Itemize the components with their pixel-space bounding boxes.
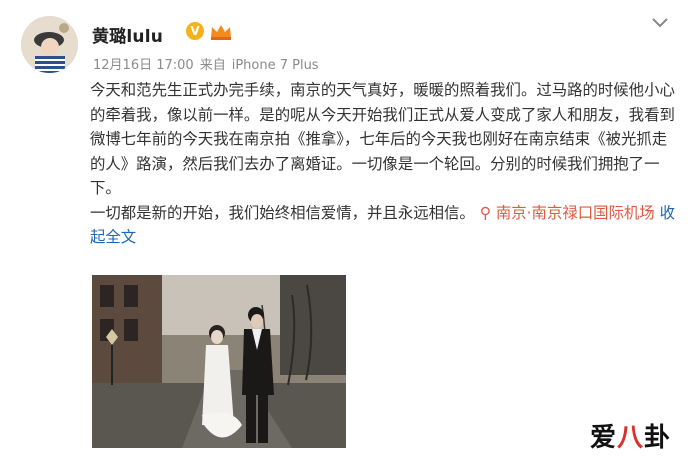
post-body: 今天和范先生正式办完手续，南京的天气真好，暖暖的照着我们。过马路的时候他小心的牵… — [90, 78, 675, 250]
avatar[interactable] — [21, 16, 78, 73]
post-date[interactable]: 12月16日 17:00 — [93, 58, 194, 73]
location-pin-icon: ⚲ — [479, 203, 491, 222]
post-source: iPhone 7 Plus — [231, 58, 319, 73]
location-link[interactable]: ⚲ 南京·南京禄口国际机场 — [480, 204, 655, 222]
location-label: 南京·南京禄口国际机场 — [495, 203, 655, 222]
watermark-char-3: 卦 — [644, 423, 672, 453]
chevron-down-icon[interactable] — [650, 16, 670, 30]
post-photo[interactable] — [92, 275, 346, 448]
post-paragraph-2: 一切都是新的开始，我们始终相信爱情，并且永远相信。 ⚲ 南京·南京禄口国际机场 … — [90, 201, 675, 250]
post-paragraph-1: 今天和范先生正式办完手续，南京的天气真好，暖暖的照着我们。过马路的时候他小心的牵… — [90, 81, 675, 197]
watermark-char-1: 爱 — [590, 423, 618, 453]
post-paragraph-2-text: 一切都是新的开始，我们始终相信爱情，并且永远相信。 — [90, 203, 475, 222]
watermark-char-2: 八 — [617, 423, 645, 453]
author-name[interactable]: 黄璐lulu — [92, 22, 163, 47]
source-prefix: 来自 — [199, 58, 226, 73]
crown-icon[interactable] — [209, 23, 233, 40]
post-meta: 12月16日 17:00 来自 iPhone 7 Plus — [93, 54, 325, 73]
watermark-logo: 爱八卦 — [590, 417, 671, 454]
verified-v-icon: V — [186, 22, 204, 40]
wedding-street-photo — [92, 275, 346, 448]
